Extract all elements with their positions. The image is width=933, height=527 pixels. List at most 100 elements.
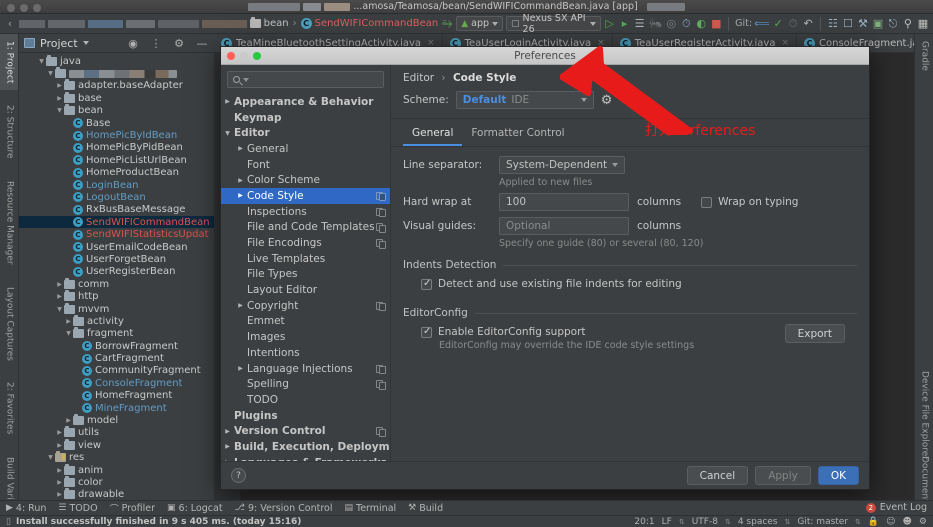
run-configuration-selector[interactable]: ▲ app	[456, 16, 504, 31]
chevron-down-icon[interactable]	[82, 41, 89, 45]
tree-item[interactable]: ▶ anim	[19, 463, 214, 476]
settings-tree-item[interactable]: Images	[221, 329, 390, 345]
chevron-right-icon[interactable]: ▶	[64, 182, 73, 189]
search-icon[interactable]: ⚲	[902, 17, 914, 31]
dialog-traffic-lights[interactable]	[227, 52, 261, 60]
settings-tree-item[interactable]: Keymap	[221, 110, 390, 126]
scroll-from-source-icon[interactable]: ◉	[126, 36, 140, 50]
tree-item[interactable]: ▶ activity	[19, 314, 214, 327]
chevron-right-icon[interactable]: ▶	[55, 442, 64, 449]
settings-tree-item[interactable]: Plugins	[221, 408, 390, 424]
tree-item[interactable]: ▶ base	[19, 91, 214, 104]
chevron-right-icon[interactable]: ▶	[55, 479, 64, 486]
git-commit-icon[interactable]: ✓	[772, 17, 784, 31]
collapse-all-icon[interactable]: ⋮	[149, 36, 163, 50]
tree-item[interactable]: ▼ mvvm	[19, 302, 214, 315]
wrap-on-typing-row[interactable]: Wrap on typing	[701, 196, 798, 208]
detect-indents-checkbox[interactable]	[421, 278, 432, 290]
tool-window-button[interactable]: Layout Captures	[0, 280, 18, 368]
tree-item[interactable]: ▶CHomeFragment	[19, 390, 214, 402]
chevron-right-icon[interactable]: ▶	[64, 132, 73, 139]
settings-tab[interactable]: Formatter Control	[462, 123, 573, 146]
settings-tree-item[interactable]: ▶Build, Execution, Deployment	[221, 439, 390, 455]
settings-tree-item[interactable]: Intentions	[221, 345, 390, 361]
tree-item[interactable]: ▶ color	[19, 475, 214, 488]
tree-item[interactable]: ▶CSendWIFICommandBean	[19, 216, 214, 229]
chevron-down-icon[interactable]: ▼	[55, 107, 64, 114]
visual-guides-input[interactable]: Optional	[499, 217, 629, 235]
dialog-zoom-icon[interactable]	[253, 52, 261, 60]
logcat-icon[interactable]: ☰	[634, 17, 646, 31]
settings-tree-item[interactable]: ▶ Code Style	[221, 188, 390, 204]
git-history-icon[interactable]: ⏱	[787, 17, 799, 31]
project-panel-title[interactable]: Project	[40, 37, 78, 50]
tree-item[interactable]: ▶CHomeProductBean	[19, 167, 214, 179]
settings-tree-item[interactable]: ▼ Editor	[221, 125, 390, 141]
project-tree[interactable]: ▼java▼▶adapter.baseAdapter▶base▼bean▶CBa…	[19, 53, 214, 500]
tree-item[interactable]: ▶CLogoutBean	[19, 191, 214, 203]
tool-window-button[interactable]: Gradle	[915, 34, 933, 78]
tree-item[interactable]: ▶CUserForgetBean	[19, 253, 214, 265]
make-project-icon[interactable]: ⥱	[441, 16, 453, 31]
tree-item[interactable]: ▼ java	[19, 54, 214, 67]
tree-item[interactable]: ▶CUserRegisterBean	[19, 266, 214, 278]
tree-item[interactable]: ▼	[19, 67, 214, 79]
tree-item[interactable]: ▶CCartFragment	[19, 352, 214, 364]
settings-tree-item[interactable]: File Encodings	[221, 235, 390, 251]
chevron-down-icon[interactable]: ▼	[46, 454, 55, 461]
copy-settings-icon[interactable]	[376, 239, 386, 249]
tool-window-button[interactable]: Build Variants	[0, 450, 18, 500]
settings-tree-item[interactable]: Layout Editor	[221, 282, 390, 298]
attach-debugger-icon[interactable]: ◎	[665, 17, 677, 31]
bottom-tool-button[interactable]: ⚒ Build	[408, 503, 443, 514]
device-selector[interactable]: ▢ Nexus SX API 26	[506, 13, 601, 35]
chevron-right-icon[interactable]: ▶	[73, 343, 82, 350]
settings-tree[interactable]: ▶ Appearance & Behavior Keymap ▼ Editor ▶ Gene…	[221, 94, 390, 461]
bottom-tool-button[interactable]: ⌒ Profiler	[110, 502, 155, 515]
preferences-dialog[interactable]: Preferences ▶ Appearance & Behavior Keymap…	[220, 46, 870, 490]
event-log-button[interactable]: 2 Event Log	[865, 502, 927, 513]
tool-window-button[interactable]: Documentation	[915, 449, 933, 500]
tree-item[interactable]: ▶ adapter.baseAdapter	[19, 79, 214, 92]
chevron-right-icon[interactable]: ▶	[221, 459, 234, 461]
copy-settings-icon[interactable]	[376, 207, 386, 218]
tree-item[interactable]: ▶ comm	[19, 277, 214, 290]
chevron-right-icon[interactable]: ▶	[64, 231, 73, 238]
git-update-icon[interactable]: ⟸	[754, 17, 770, 31]
tree-item[interactable]: ▶CHomePicByIdBean	[19, 129, 214, 141]
chevron-right-icon[interactable]: ▶	[221, 428, 234, 435]
settings-tree-item[interactable]: ▶ Color Scheme	[221, 172, 390, 188]
bottom-tool-button[interactable]: ☰ TODO	[58, 503, 97, 514]
profiler-icon[interactable]: ⏱	[680, 17, 692, 31]
encoding-indicator[interactable]: UTF-8	[692, 517, 718, 527]
caret-position[interactable]: 20:1	[634, 517, 654, 527]
wrap-on-typing-checkbox[interactable]	[701, 196, 713, 208]
copy-settings-icon[interactable]	[376, 191, 386, 202]
inspection-icon[interactable]: ☻	[903, 517, 912, 527]
enable-editorconfig-checkbox[interactable]	[421, 326, 432, 338]
copy-settings-icon[interactable]	[376, 301, 386, 312]
settings-tree-item[interactable]: ▶ Language Injections	[221, 361, 390, 377]
chevron-down-icon[interactable]: ▼	[55, 306, 64, 313]
tool-window-button[interactable]: 2: Structure	[0, 98, 18, 166]
chevron-right-icon[interactable]: ▶	[234, 302, 247, 309]
bottom-tool-button[interactable]: ▤ Terminal	[345, 503, 397, 514]
chevron-right-icon[interactable]: ▶	[64, 169, 73, 176]
line-separator-select[interactable]: System-Dependent	[499, 156, 626, 174]
hard-wrap-input[interactable]: 100	[499, 193, 629, 211]
settings-tree-item[interactable]: ▶ Copyright	[221, 298, 390, 314]
settings-tab[interactable]: General	[403, 123, 463, 146]
chevron-right-icon[interactable]: ▶	[221, 443, 234, 450]
chevron-right-icon[interactable]: ▶	[234, 365, 247, 372]
tool-window-button[interactable]: Resource Manager	[0, 174, 18, 272]
chevron-right-icon[interactable]: ▶	[64, 268, 73, 275]
chevron-right-icon[interactable]: ▶	[234, 145, 247, 152]
chevron-down-icon[interactable]: ▼	[37, 58, 46, 65]
chevron-right-icon[interactable]: ▶	[64, 318, 73, 325]
chevron-right-icon[interactable]: ▶	[64, 194, 73, 201]
chevron-down-icon[interactable]: ▼	[64, 330, 73, 337]
chevron-right-icon[interactable]: ▶	[55, 95, 64, 102]
chevron-right-icon[interactable]: ▶	[55, 429, 64, 436]
download-icon[interactable]: ⎋	[887, 17, 899, 31]
memory-indicator-icon[interactable]: ⚙	[919, 517, 927, 527]
